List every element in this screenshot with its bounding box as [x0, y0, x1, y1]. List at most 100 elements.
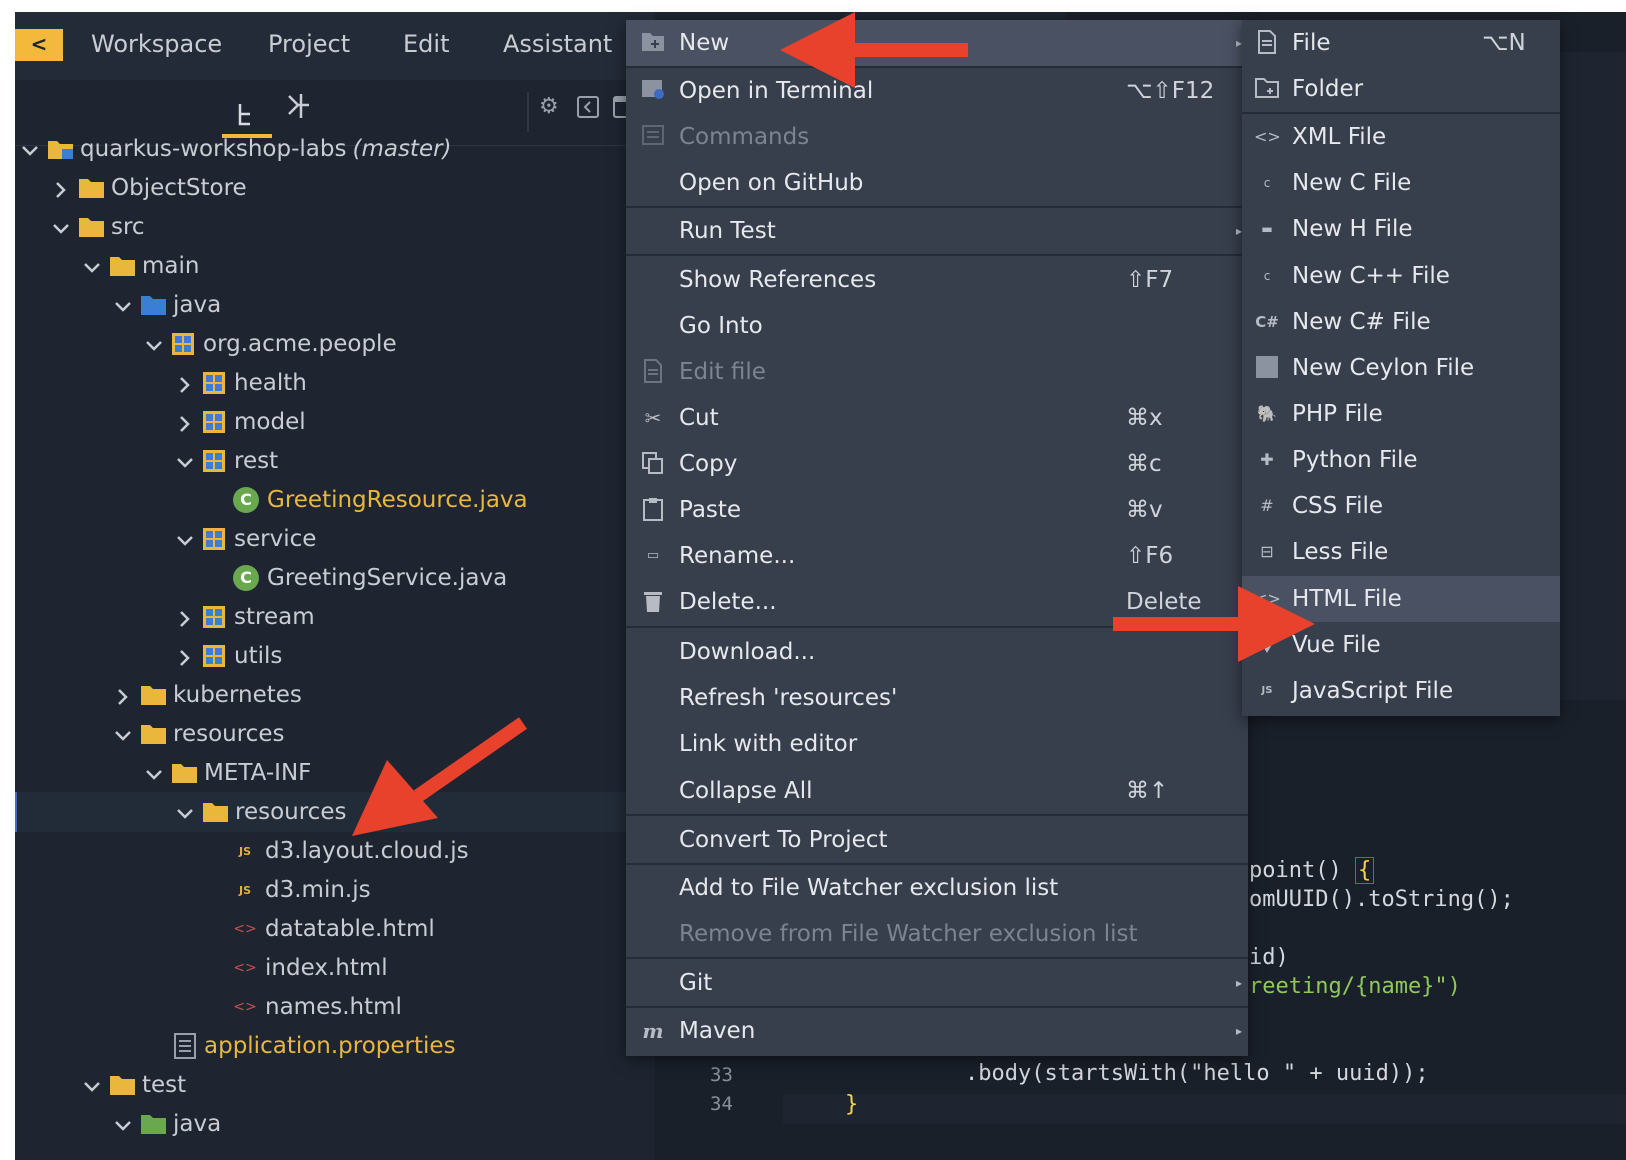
tree-row-main[interactable]: main	[15, 246, 655, 286]
tree-row-health[interactable]: health	[15, 363, 655, 403]
submenu-item-css[interactable]: # CSS File	[1242, 483, 1560, 529]
menu-separator	[626, 254, 1248, 256]
submenu-item-html[interactable]: <> HTML File	[1242, 576, 1560, 622]
commands-icon	[640, 124, 666, 150]
tree-row-greetingresource[interactable]: C GreetingResource.java	[15, 480, 655, 520]
menu-workspace[interactable]: Workspace	[91, 30, 222, 58]
tree-row-model[interactable]: model	[15, 402, 655, 442]
tree-row-names-html[interactable]: <> names.html	[15, 987, 655, 1027]
tree-label: stream	[234, 604, 315, 630]
tree-row-datatable-html[interactable]: <> datatable.html	[15, 909, 655, 949]
tree-row-index-html[interactable]: <> index.html	[15, 948, 655, 988]
tree-row-application-properties[interactable]: application.properties	[15, 1026, 655, 1066]
chevron-down-icon	[145, 764, 163, 782]
menu-item-maven[interactable]: m Maven ▸	[626, 1008, 1248, 1054]
tree-row-test[interactable]: test	[15, 1065, 655, 1105]
submenu-item-csharp[interactable]: C# New C# File	[1242, 299, 1560, 345]
tree-row-meta-inf-resources[interactable]: resources	[15, 792, 655, 832]
menu-item-rename[interactable]: ▭ Rename... ⇧F6	[626, 533, 1248, 579]
menu-item-git[interactable]: Git ▸	[626, 960, 1248, 1006]
menu-item-refresh[interactable]: Refresh 'resources'	[626, 675, 1248, 721]
submenu-item-python[interactable]: ✚ Python File	[1242, 437, 1560, 483]
submenu-item-php[interactable]: 🐘 PHP File	[1242, 391, 1560, 437]
chevron-down-icon	[145, 335, 163, 353]
menu-item-delete[interactable]: Delete... Delete	[626, 579, 1248, 625]
menu-item-open-in-terminal[interactable]: Open in Terminal ⌥⇧F12	[626, 68, 1248, 114]
tree-row-java[interactable]: java	[15, 285, 655, 325]
folder-icon	[109, 255, 136, 277]
menu-item-paste[interactable]: Paste ⌘v	[626, 487, 1248, 533]
menu-item-run-test[interactable]: Run Test ▸	[626, 208, 1248, 254]
tree-row-greetingservice[interactable]: C GreetingService.java	[15, 558, 655, 598]
submenu-item-cpp[interactable]: c New C++ File	[1242, 253, 1560, 299]
tree-row-utils[interactable]: utils	[15, 636, 655, 676]
tree-row-org-acme-people[interactable]: org.acme.people	[15, 324, 655, 364]
menu-item-convert-to-project[interactable]: Convert To Project	[626, 817, 1248, 863]
tree-label: GreetingService.java	[267, 565, 508, 591]
chevron-right-icon	[114, 686, 132, 705]
menu-item-label: Open on GitHub	[679, 170, 864, 196]
submenu-item-label: JavaScript File	[1292, 678, 1454, 704]
tree-row-test-java[interactable]: java	[15, 1104, 655, 1144]
tree-label: kubernetes	[173, 682, 302, 708]
tree-row-src[interactable]: src	[15, 207, 655, 247]
new-submenu: File ⌥N Folder <> XML File c New C File …	[1242, 20, 1560, 716]
tree-row-root[interactable]: quarkus-workshop-labs (master)	[15, 129, 655, 169]
collapse-panel-icon[interactable]	[577, 96, 599, 118]
menu-item-new[interactable]: New ▸	[626, 20, 1248, 66]
maven-icon: m	[642, 1019, 664, 1043]
submenu-item-ceylon[interactable]: New Ceylon File	[1242, 345, 1560, 391]
tree-row-resources[interactable]: resources	[15, 714, 655, 754]
submenu-item-c[interactable]: c New C File	[1242, 160, 1560, 206]
menu-item-label: New	[679, 30, 730, 56]
menu-item-go-into[interactable]: Go Into	[626, 303, 1248, 349]
code-line: }	[845, 1092, 859, 1117]
menu-item-add-file-watcher-exclusion[interactable]: Add to File Watcher exclusion list	[626, 865, 1248, 911]
menu-item-label: Paste	[679, 497, 742, 523]
menu-item-label: Cut	[679, 405, 719, 431]
menu-item-link-with-editor[interactable]: Link with editor	[626, 721, 1248, 767]
chevron-right-icon	[52, 179, 70, 198]
menu-item-shortcut: ⇧F6	[1126, 543, 1174, 569]
menu-edit[interactable]: Edit	[403, 30, 449, 58]
submenu-item-xml[interactable]: <> XML File	[1242, 114, 1560, 160]
submenu-item-javascript[interactable]: JS JavaScript File	[1242, 668, 1560, 714]
menu-item-show-references[interactable]: Show References ⇧F7	[626, 257, 1248, 303]
menu-item-open-on-github[interactable]: Open on GitHub	[626, 160, 1248, 206]
menu-item-download[interactable]: Download...	[626, 629, 1248, 675]
submenu-item-label: File	[1292, 30, 1331, 56]
tree-row-kubernetes[interactable]: kubernetes	[15, 675, 655, 715]
submenu-item-label: Folder	[1292, 76, 1364, 102]
tree-row-rest[interactable]: rest	[15, 441, 655, 481]
tree-row-meta-inf[interactable]: META-INF	[15, 753, 655, 793]
submenu-item-h[interactable]: ▬ New H File	[1242, 206, 1560, 252]
java-class-icon: C	[233, 487, 259, 513]
tree-row-d3-layout-cloud[interactable]: JS d3.layout.cloud.js	[15, 831, 655, 871]
submenu-item-file[interactable]: File ⌥N	[1242, 20, 1560, 66]
menu-item-cut[interactable]: ✂ Cut ⌘x	[626, 395, 1248, 441]
code-line: reeting/{name}")	[1249, 974, 1461, 999]
submenu-arrow-icon: ▸	[1235, 1024, 1242, 1038]
menu-assistant[interactable]: Assistant	[503, 30, 612, 58]
menu-project[interactable]: Project	[268, 30, 350, 58]
rename-icon: ▭	[646, 548, 660, 563]
submenu-item-vue[interactable]: Vue File	[1242, 622, 1560, 668]
tree-row-objectstore[interactable]: ObjectStore	[15, 168, 655, 208]
back-button[interactable]: <	[15, 29, 63, 61]
tree-row-d3-min[interactable]: JS d3.min.js	[15, 870, 655, 910]
package-icon	[202, 410, 226, 434]
submenu-item-less[interactable]: ⊟ Less File	[1242, 529, 1560, 575]
tree-row-service[interactable]: service	[15, 519, 655, 559]
menu-item-copy[interactable]: Copy ⌘c	[626, 441, 1248, 487]
html-file-icon: <>	[1254, 589, 1281, 608]
menu-item-collapse-all[interactable]: Collapse All ⌘↑	[626, 768, 1248, 814]
gear-icon[interactable]: ⚙	[539, 94, 559, 119]
structure-icon[interactable]	[283, 92, 313, 122]
submenu-item-label: New C# File	[1292, 309, 1431, 335]
code-line: point() {	[1249, 857, 1375, 884]
scissors-icon: ✂	[644, 406, 662, 430]
tree-row-stream[interactable]: stream	[15, 597, 655, 637]
submenu-item-folder[interactable]: Folder	[1242, 66, 1560, 112]
javascript-file-icon: JS	[238, 883, 251, 897]
less-file-icon: ⊟	[1260, 542, 1274, 561]
